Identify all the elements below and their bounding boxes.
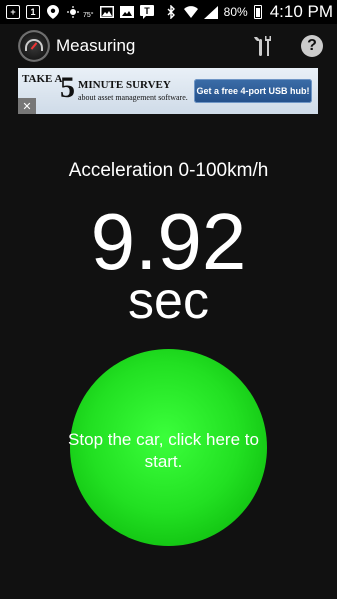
- bluetooth-icon: [164, 5, 178, 19]
- ad-close-icon[interactable]: ✕: [18, 98, 36, 114]
- ad-take-a: TAKE A: [22, 73, 63, 85]
- result-unit: sec: [128, 272, 209, 330]
- ad-about-text: about asset management software.: [78, 93, 188, 102]
- measurement-label: Acceleration 0-100km/h: [68, 160, 269, 181]
- weather-icon: [66, 5, 80, 19]
- screen: + 1 75° T 80% 4:10 PM Measuring ? TAKE A…: [0, 0, 337, 599]
- app-actions: ?: [251, 34, 323, 58]
- start-button[interactable]: Stop the car, click here to start.: [68, 349, 267, 546]
- signal-icon: [203, 5, 218, 19]
- start-button-label: Stop the car, click here to start.: [68, 429, 259, 471]
- wifi-icon: [183, 5, 198, 19]
- calendar-icon: 1: [26, 5, 40, 19]
- add-icon: +: [6, 5, 20, 19]
- app-bar: Measuring ?: [0, 24, 337, 68]
- tools-icon[interactable]: [251, 34, 275, 58]
- ad-banner[interactable]: TAKE A 5 MINUTE SURVEY about asset manag…: [18, 68, 318, 114]
- clock: 4:10 PM: [269, 2, 333, 21]
- ad-number: 5: [60, 71, 75, 104]
- gallery-icon: [119, 5, 134, 19]
- status-system: 80% 4:10 PM: [164, 2, 333, 22]
- status-notifications: + 1 75° T: [6, 5, 154, 19]
- location-icon: [46, 5, 60, 19]
- temperature-text: 75°: [83, 11, 94, 19]
- battery-percent: 80%: [223, 5, 248, 19]
- ad-minute-survey: MINUTE SURVEY: [78, 79, 171, 91]
- ad-headline: TAKE A 5 MINUTE SURVEY about asset manag…: [22, 71, 200, 111]
- image-icon: [99, 5, 114, 19]
- ad-cta-button[interactable]: Get a free 4-port USB hub!: [194, 79, 312, 103]
- text-icon: T: [139, 5, 154, 19]
- speedometer-app-icon[interactable]: [18, 30, 50, 62]
- battery-icon: [253, 5, 262, 19]
- help-icon[interactable]: ?: [301, 35, 323, 57]
- app-title: Measuring: [56, 36, 136, 55]
- svg-text:T: T: [144, 6, 150, 16]
- status-bar: + 1 75° T 80% 4:10 PM: [0, 0, 337, 24]
